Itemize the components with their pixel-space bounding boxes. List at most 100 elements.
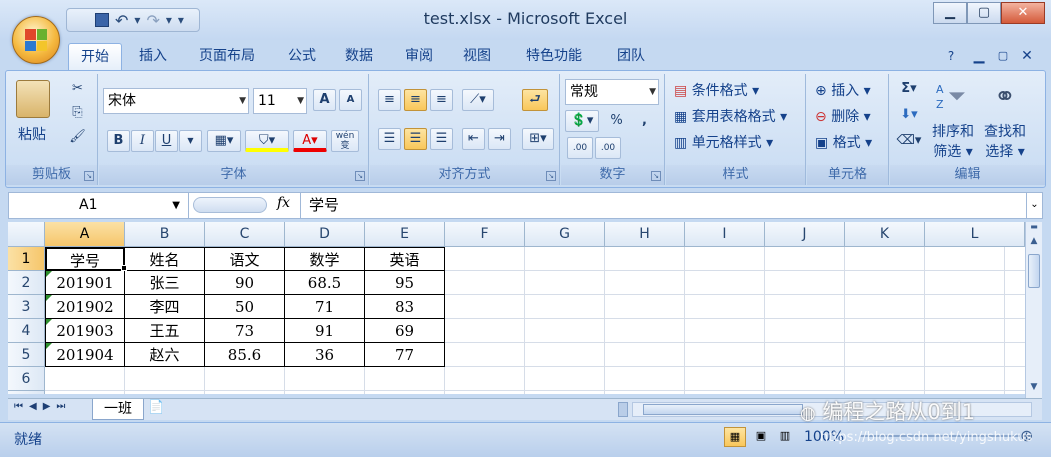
phonetic-button[interactable]: wén 变 [331,130,359,152]
cell-a1[interactable]: 学号 [45,247,125,271]
cell-b3[interactable]: 李四 [125,295,205,319]
column-header-a[interactable]: A [45,222,125,247]
number-launcher-icon[interactable]: ↘ [651,171,661,181]
scroll-thumb[interactable] [1028,254,1040,288]
vertical-scrollbar[interactable]: ▬ ▲ ▼ [1025,222,1042,398]
italic-button[interactable]: I [131,130,154,152]
decrease-decimal-button[interactable]: .00 [595,137,621,159]
row-header-5[interactable]: 5 [8,343,45,367]
tab-split-handle[interactable] [618,402,628,417]
wrap-text-icon[interactable]: ⮐ [522,89,548,111]
cut-icon[interactable]: ✂ [66,78,89,100]
shrink-font-button[interactable]: A [339,89,362,111]
cell-b4[interactable]: 王五 [125,319,205,343]
column-header-k[interactable]: K [845,222,925,247]
cell-c5[interactable]: 85.6 [205,343,285,367]
cell-d1[interactable]: 数学 [285,247,365,271]
format-cells-button[interactable]: ▣ 格式 ▾ [815,132,872,152]
cell-e3[interactable]: 83 [365,295,445,319]
close-button[interactable]: ✕ [1001,2,1045,24]
align-middle-icon[interactable]: ≡ [404,89,427,111]
normal-view-icon[interactable]: ▦ [724,427,746,447]
grow-font-button[interactable]: A [313,89,336,111]
minimize-button[interactable]: ▁ [933,2,967,24]
help-icon[interactable]: ? [940,43,962,70]
restore-button[interactable]: ▢ [967,2,1001,24]
decrease-indent-icon[interactable]: ⇤ [462,128,485,150]
tab-special-features[interactable]: 特色功能 [516,43,592,70]
column-header-l[interactable]: L [925,222,1025,247]
delete-cells-button[interactable]: ⊖ 删除 ▾ [815,106,871,126]
row-header-6[interactable]: 6 [8,367,45,391]
row-header-1[interactable]: 1 [8,247,45,271]
bold-button[interactable]: B [107,130,130,152]
cell-c3[interactable]: 50 [205,295,285,319]
page-break-view-icon[interactable]: ▥ [774,427,796,447]
column-header-e[interactable]: E [365,222,445,247]
cell-b2[interactable]: 张三 [125,271,205,295]
tab-home[interactable]: 开始 [68,43,122,70]
formula-input[interactable]: 学号 [309,193,339,218]
split-box-icon[interactable]: ▬ [1026,222,1042,236]
cell-a2[interactable]: 201901 [45,271,125,295]
ribbon-minimize-icon[interactable]: ▁ [970,43,988,70]
tab-team[interactable]: 团队 [608,43,654,70]
column-header-f[interactable]: F [445,222,525,247]
align-top-icon[interactable]: ≡ [378,89,401,111]
cell-d2[interactable]: 68.5 [285,271,365,295]
comma-button[interactable]: , [633,110,656,132]
expand-formula-icon[interactable]: ⌄ [1026,193,1042,218]
formula-slider[interactable] [193,197,267,213]
fill-button[interactable]: ⬇▾ [894,104,924,126]
page-layout-view-icon[interactable]: ▣ [750,427,772,447]
row-header-7[interactable]: 7 [8,391,45,394]
cell-styles-button[interactable]: ▥ 单元格样式 ▾ [674,132,773,152]
format-painter-icon[interactable]: 🖌 [66,126,89,148]
cell-a4[interactable]: 201903 [45,319,125,343]
cell-d5[interactable]: 36 [285,343,365,367]
name-box-dropdown-icon[interactable]: ▼ [172,193,180,218]
h-scroll-thumb[interactable] [643,404,803,415]
borders-button[interactable]: ▦▾ [207,130,241,152]
font-size-combo[interactable]: 11 ▼ [253,88,307,114]
cell-b1[interactable]: 姓名 [125,247,205,271]
column-header-i[interactable]: I [685,222,765,247]
tab-insert[interactable]: 插入 [130,43,176,70]
select-all-corner[interactable] [8,222,45,247]
merge-center-icon[interactable]: ⊞▾ [522,128,554,150]
tab-page-layout[interactable]: 页面布局 [190,43,264,70]
column-header-d[interactable]: D [285,222,365,247]
column-header-b[interactable]: B [125,222,205,247]
cell-a3[interactable]: 201902 [45,295,125,319]
conditional-format-button[interactable]: ▤ 条件格式 ▾ [674,80,759,100]
tab-view[interactable]: 视图 [454,43,500,70]
column-header-h[interactable]: H [605,222,685,247]
underline-dropdown-icon[interactable]: ▼ [179,130,202,152]
font-launcher-icon[interactable]: ↘ [355,171,365,181]
increase-decimal-button[interactable]: .00 [567,137,593,159]
cell-e1[interactable]: 英语 [365,247,445,271]
cell-e2[interactable]: 95 [365,271,445,295]
cell-b5[interactable]: 赵六 [125,343,205,367]
tab-data[interactable]: 数据 [336,43,382,70]
cell-a5[interactable]: 201904 [45,343,125,367]
scroll-up-icon[interactable]: ▲ [1026,236,1042,252]
fill-handle[interactable] [121,265,127,271]
font-name-combo[interactable]: 宋体 ▼ [103,88,249,114]
column-header-g[interactable]: G [525,222,605,247]
align-center-icon[interactable]: ☰ [404,128,427,150]
align-right-icon[interactable]: ☰ [430,128,453,150]
cell-c4[interactable]: 73 [205,319,285,343]
column-header-c[interactable]: C [205,222,285,247]
paste-button[interactable]: 粘贴 [18,124,46,144]
row-header-3[interactable]: 3 [8,295,45,319]
tab-review[interactable]: 审阅 [396,43,442,70]
tab-formulas[interactable]: 公式 [280,43,324,70]
insert-sheet-icon[interactable]: 📄 [148,400,164,415]
row-header-4[interactable]: 4 [8,319,45,343]
copy-icon[interactable]: ⎘ [66,102,89,124]
insert-cells-button[interactable]: ⊕ 插入 ▾ [815,80,871,100]
cell-d3[interactable]: 71 [285,295,365,319]
find-select-button[interactable]: 查找和 选择 ▾ [984,122,1026,162]
cell-e5[interactable]: 77 [365,343,445,367]
